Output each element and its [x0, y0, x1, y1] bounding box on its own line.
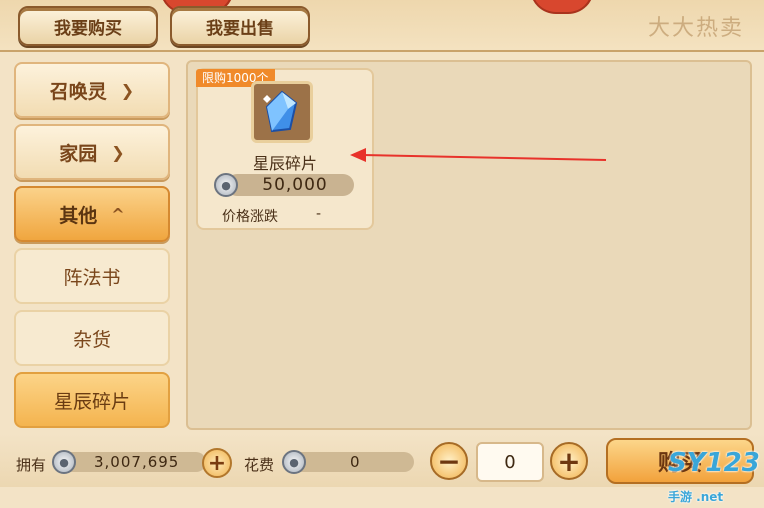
sidebar-category-other[interactable]: 其他 ^: [14, 186, 170, 242]
subitem-label: 杂货: [72, 328, 111, 351]
tab-buy[interactable]: 我要购买: [18, 6, 158, 46]
crystal-shard-icon: [251, 81, 313, 143]
item-name: 星辰碎片: [252, 154, 317, 173]
sidebar-category-summon[interactable]: 召唤灵 ❯: [14, 62, 170, 118]
owned-value: 3,007,695: [94, 453, 180, 471]
watermark: SY123手游 .net: [668, 448, 760, 504]
chevron-down-icon: ❯: [120, 80, 135, 100]
category-label: 召唤灵: [49, 80, 107, 103]
sidebar-item-formation-book[interactable]: 阵法书: [14, 248, 170, 304]
tab-sell[interactable]: 我要出售: [170, 6, 310, 46]
sidebar-category-home[interactable]: 家园 ❯: [14, 124, 170, 180]
lantern-decoration: [530, 0, 594, 14]
item-price: 50,000: [262, 175, 328, 195]
category-label: 其他: [59, 204, 98, 227]
silver-coin-icon: ●: [52, 450, 76, 474]
header-logo: 大大热卖: [647, 16, 744, 41]
cost-label: 花费: [244, 456, 275, 474]
chevron-up-icon: ^: [111, 204, 125, 224]
chevron-down-icon: ❯: [111, 142, 125, 162]
price-trend-value: -: [316, 206, 322, 222]
increase-quantity-button[interactable]: +: [550, 442, 588, 480]
cost-value: 0: [350, 453, 361, 471]
add-currency-button[interactable]: +: [202, 448, 232, 478]
category-label: 家园: [59, 142, 98, 165]
sidebar-item-misc[interactable]: 杂货: [14, 310, 170, 366]
sidebar-item-star-shard[interactable]: 星辰碎片: [14, 372, 170, 428]
subitem-label: 阵法书: [63, 266, 121, 289]
price-trend-label: 价格涨跌: [222, 209, 278, 225]
quantity-input[interactable]: 0: [476, 442, 544, 482]
owned-label: 拥有: [16, 456, 47, 474]
silver-coin-icon: ●: [282, 450, 306, 474]
subitem-label: 星辰碎片: [53, 390, 130, 413]
decrease-quantity-button[interactable]: −: [430, 442, 468, 480]
silver-coin-icon: ●: [214, 173, 238, 197]
